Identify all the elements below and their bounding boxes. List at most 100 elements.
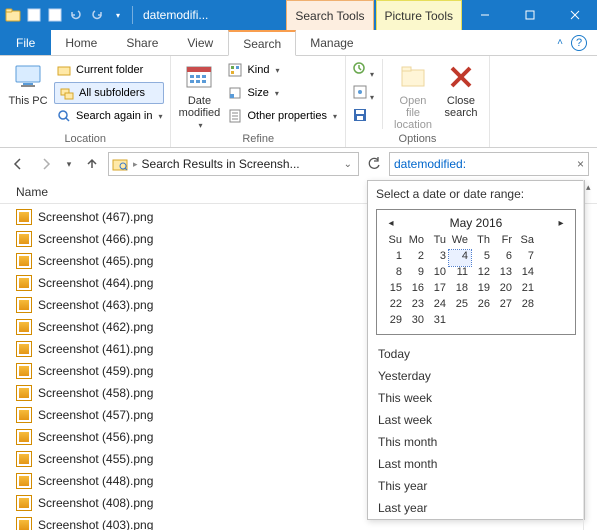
calendar-day[interactable]: 2 <box>405 250 427 266</box>
image-file-icon <box>16 341 32 357</box>
date-range-option[interactable]: Last month <box>368 453 584 475</box>
this-pc-label: This PC <box>8 95 47 107</box>
scroll-up-icon[interactable]: ▴ <box>586 182 591 193</box>
calendar-day[interactable]: 12 <box>471 266 493 282</box>
tab-view[interactable]: View <box>173 30 228 55</box>
recent-searches-icon[interactable]: ▾ <box>352 61 374 83</box>
calendar-day[interactable]: 9 <box>405 266 427 282</box>
advanced-options-icon[interactable]: ▾ <box>352 84 374 106</box>
calendar-day[interactable]: 7 <box>515 250 537 266</box>
current-folder-button[interactable]: Current folder <box>54 59 164 81</box>
calendar-day[interactable]: 19 <box>471 282 493 298</box>
calendar-day[interactable]: 6 <box>493 250 515 266</box>
save-search-icon[interactable] <box>352 107 374 129</box>
close-search-button[interactable]: Close search <box>439 59 483 119</box>
qa-redo-icon[interactable] <box>88 6 106 24</box>
date-range-option[interactable]: Last week <box>368 409 584 431</box>
calendar-day[interactable]: 24 <box>427 298 449 314</box>
location-group-label: Location <box>6 132 164 145</box>
minimize-button[interactable] <box>462 0 507 30</box>
close-button[interactable] <box>552 0 597 30</box>
calendar-day[interactable]: 29 <box>383 314 405 330</box>
calendar-day[interactable]: 13 <box>493 266 515 282</box>
calendar-day-header: Tu <box>427 234 449 250</box>
other-properties-button[interactable]: Other properties ▾ <box>225 105 339 127</box>
calendar-day[interactable]: 1 <box>383 250 405 266</box>
date-modified-button[interactable]: Date modified ▾ <box>177 59 221 130</box>
calendar-day[interactable]: 15 <box>383 282 405 298</box>
address-dropdown-icon[interactable]: ⌄ <box>340 159 356 170</box>
size-label: Size <box>247 87 268 99</box>
search-tools-contextual-tab[interactable]: Search Tools <box>286 0 373 30</box>
qa-undo-icon[interactable] <box>67 6 85 24</box>
search-box[interactable]: datemodified: × <box>389 152 589 176</box>
qa-newfolder-icon[interactable] <box>46 6 64 24</box>
tab-share[interactable]: Share <box>112 30 173 55</box>
date-range-option[interactable]: This month <box>368 431 584 453</box>
size-button[interactable]: Size ▾ <box>225 82 339 104</box>
forward-button[interactable] <box>34 152 58 176</box>
calendar-day[interactable]: 4 <box>449 250 471 266</box>
calendar-day[interactable]: 10 <box>427 266 449 282</box>
tab-file[interactable]: File <box>0 30 51 55</box>
clear-search-icon[interactable]: × <box>577 157 584 171</box>
calendar-day[interactable]: 30 <box>405 314 427 330</box>
calendar-day[interactable]: 23 <box>405 298 427 314</box>
calendar-day[interactable]: 17 <box>427 282 449 298</box>
calendar-day[interactable]: 20 <box>493 282 515 298</box>
calendar-month-label[interactable]: May 2016 <box>450 216 503 230</box>
calendar-day[interactable]: 21 <box>515 282 537 298</box>
search-again-in-button[interactable]: Search again in ▾ <box>54 105 164 127</box>
date-range-option[interactable]: Today <box>368 343 584 365</box>
kind-button[interactable]: Kind ▾ <box>225 59 339 81</box>
recent-locations-button[interactable]: ▾ <box>62 152 76 176</box>
file-name: Screenshot (456).png <box>38 430 153 444</box>
calendar-day[interactable]: 25 <box>449 298 471 314</box>
qa-dropdown-icon[interactable]: ▾ <box>109 6 127 24</box>
tab-home[interactable]: Home <box>51 30 112 55</box>
calendar-day[interactable]: 27 <box>493 298 515 314</box>
image-file-icon <box>16 385 32 401</box>
image-file-icon <box>16 275 32 291</box>
calendar-day[interactable]: 8 <box>383 266 405 282</box>
date-range-option[interactable]: This year <box>368 475 584 497</box>
calendar-day <box>449 314 471 330</box>
date-range-option[interactable]: Last year <box>368 497 584 519</box>
refresh-button[interactable] <box>363 153 385 175</box>
qa-properties-icon[interactable] <box>25 6 43 24</box>
file-name: Screenshot (457).png <box>38 408 153 422</box>
prev-month-button[interactable]: ◂ <box>385 218 397 229</box>
help-icon[interactable]: ? <box>571 35 587 51</box>
calendar-day[interactable]: 18 <box>449 282 471 298</box>
calendar-day[interactable]: 11 <box>449 266 471 282</box>
calendar-day[interactable]: 31 <box>427 314 449 330</box>
calendar-day[interactable]: 16 <box>405 282 427 298</box>
calendar-day[interactable]: 22 <box>383 298 405 314</box>
picture-tools-contextual-tab[interactable]: Picture Tools <box>376 0 462 30</box>
date-range-option[interactable]: Yesterday <box>368 365 584 387</box>
back-button[interactable] <box>6 152 30 176</box>
calendar-day <box>493 314 515 330</box>
next-month-button[interactable]: ▸ <box>555 218 567 229</box>
scrollbar[interactable]: ▴ <box>583 180 597 530</box>
close-x-icon <box>445 61 477 93</box>
address-bar[interactable]: ▸ Search Results in Screensh... ⌄ <box>108 152 359 176</box>
calendar-day[interactable]: 28 <box>515 298 537 314</box>
tab-search[interactable]: Search <box>228 30 296 56</box>
tab-manage[interactable]: Manage <box>296 30 368 55</box>
date-range-option[interactable]: This week <box>368 387 584 409</box>
this-pc-button[interactable]: This PC <box>6 59 50 107</box>
calendar-day[interactable]: 3 <box>427 250 449 266</box>
file-name: Screenshot (465).png <box>38 254 153 268</box>
up-button[interactable] <box>80 152 104 176</box>
calendar-day[interactable]: 26 <box>471 298 493 314</box>
image-file-icon <box>16 407 32 423</box>
current-folder-label: Current folder <box>76 64 143 76</box>
ribbon-collapse-icon[interactable]: ˄ <box>557 37 563 48</box>
calendar-day[interactable]: 5 <box>471 250 493 266</box>
open-location-icon <box>397 61 429 93</box>
maximize-button[interactable] <box>507 0 552 30</box>
calendar-day[interactable]: 14 <box>515 266 537 282</box>
ribbon: This PC Current folder All subfolders Se… <box>0 56 597 148</box>
all-subfolders-button[interactable]: All subfolders <box>54 82 164 104</box>
